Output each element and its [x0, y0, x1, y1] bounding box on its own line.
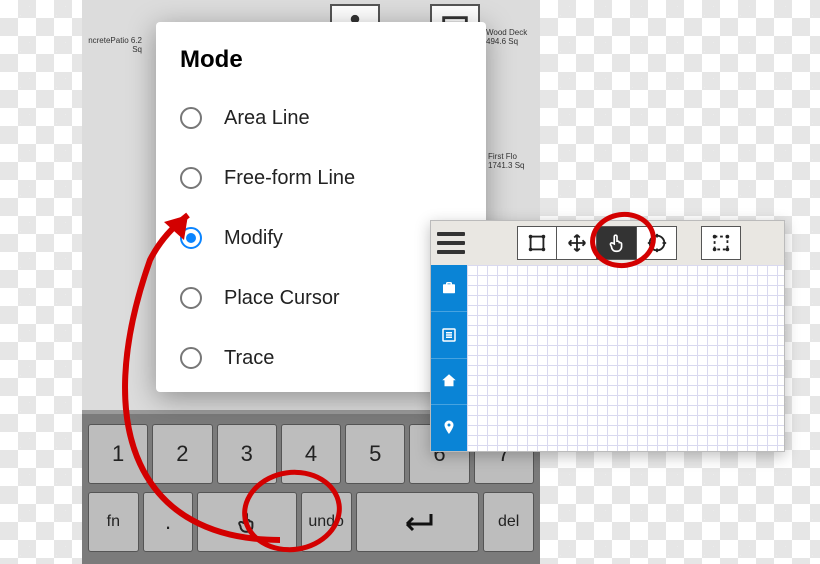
delete-key-label: del — [498, 513, 519, 531]
side-list[interactable] — [431, 312, 467, 359]
tool-dashed-box[interactable] — [701, 226, 741, 260]
mode-option-modify[interactable]: Modify — [180, 212, 462, 264]
select-box-icon — [526, 232, 548, 254]
mode-option-label: Area Line — [224, 107, 310, 130]
radio-icon — [180, 167, 202, 189]
undo-key[interactable]: undo — [301, 492, 352, 552]
radio-icon — [180, 227, 202, 249]
hand-pointer-icon — [234, 509, 260, 535]
keyboard-row-functions: fn . undo del — [88, 492, 534, 552]
mode-option-free-form-line[interactable]: Free-form Line — [180, 152, 462, 204]
mode-option-place-cursor[interactable]: Place Cursor — [180, 272, 462, 324]
side-briefcase[interactable] — [431, 265, 467, 312]
tool-group-main — [517, 226, 677, 260]
label-deck: Wood Deck 494.6 Sq — [486, 28, 540, 46]
list-icon — [440, 326, 458, 344]
radio-icon — [180, 107, 202, 129]
mode-option-label: Place Cursor — [224, 287, 340, 310]
toolbar-top — [431, 221, 784, 265]
mode-option-trace[interactable]: Trace — [180, 332, 462, 384]
tool-select-box[interactable] — [517, 226, 557, 260]
dashed-box-icon — [710, 232, 732, 254]
drawing-grid[interactable] — [467, 265, 784, 451]
home-icon — [440, 372, 458, 390]
enter-key[interactable] — [356, 492, 480, 552]
key-5[interactable]: 5 — [345, 424, 405, 484]
mode-option-label: Free-form Line — [224, 167, 355, 190]
radio-icon — [180, 287, 202, 309]
tool-group-extra — [701, 226, 741, 260]
key-2[interactable]: 2 — [152, 424, 212, 484]
briefcase-icon — [440, 279, 458, 297]
tool-target[interactable] — [637, 226, 677, 260]
key-4[interactable]: 4 — [281, 424, 341, 484]
menu-hamburger-icon[interactable] — [437, 232, 465, 254]
secondary-toolbar-panel — [430, 220, 785, 452]
fn-key[interactable]: fn — [88, 492, 139, 552]
mode-dialog-title: Mode — [180, 46, 462, 74]
radio-icon — [180, 347, 202, 369]
side-home[interactable] — [431, 359, 467, 406]
tool-pointer[interactable] — [597, 226, 637, 260]
pointer-key[interactable] — [197, 492, 296, 552]
key-1[interactable]: 1 — [88, 424, 148, 484]
mode-option-list: Area Line Free-form Line Modify Place Cu… — [180, 92, 462, 384]
side-pin[interactable] — [431, 405, 467, 451]
target-icon — [646, 232, 668, 254]
tool-move[interactable] — [557, 226, 597, 260]
undo-key-label: undo — [308, 513, 344, 531]
hand-pointer-icon — [606, 232, 628, 254]
panel-sidebar — [431, 265, 467, 451]
mode-option-label: Modify — [224, 227, 283, 250]
label-patio: ncretePatio 6.2 Sq — [82, 36, 142, 54]
pin-icon — [440, 419, 458, 437]
key-3[interactable]: 3 — [217, 424, 277, 484]
enter-icon — [397, 509, 437, 535]
mode-option-label: Trace — [224, 347, 274, 370]
label-floor: First Flo 1741.3 Sq — [488, 152, 540, 170]
delete-key[interactable]: del — [483, 492, 534, 552]
mode-option-area-line[interactable]: Area Line — [180, 92, 462, 144]
period-key[interactable]: . — [143, 492, 194, 552]
fn-key-label: fn — [107, 513, 120, 531]
move-arrows-icon — [566, 232, 588, 254]
